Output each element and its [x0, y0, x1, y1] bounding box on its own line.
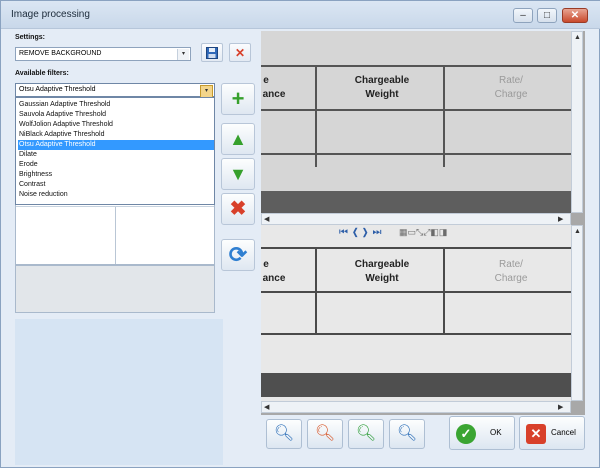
refresh-button[interactable]: ⟳ [221, 239, 255, 271]
title-bar: Image processing – □ ✕ [1, 1, 600, 29]
table-rule [443, 67, 445, 167]
column-heading: Chargeable [354, 75, 410, 86]
dropdown-option[interactable]: Dilate [18, 150, 214, 160]
dropdown-option-selected[interactable]: Otsu Adaptive Threshold [18, 140, 214, 150]
window-title: Image processing [11, 9, 90, 20]
scroll-left-icon[interactable]: ◀ [264, 403, 269, 411]
check-icon: ✓ [456, 424, 476, 444]
dropdown-option[interactable]: Contrast [18, 180, 214, 190]
filters-combo[interactable]: Otsu Adaptive Threshold ▾ [15, 83, 215, 98]
scroll-left-icon[interactable]: ◀ [264, 215, 269, 223]
dropdown-option[interactable]: Sauvola Adaptive Threshold [18, 110, 214, 120]
top-scan-image: e ance Chargeable Weight Rate/ Charge [261, 31, 571, 213]
add-filter-button[interactable]: + [221, 83, 255, 115]
settings-label: Settings: [15, 34, 45, 41]
zoom-in-button[interactable]: 🔍︎ [348, 419, 384, 449]
list-divider [115, 206, 116, 264]
bottom-vertical-scrollbar[interactable]: ▲ [571, 225, 583, 401]
top-vertical-scrollbar[interactable]: ▲ [571, 31, 583, 213]
plus-icon: + [231, 86, 245, 111]
magnifier-fit-icon: 🔍︎ [273, 425, 295, 442]
column-heading: e [263, 259, 269, 270]
filters-selected-value: Otsu Adaptive Threshold [19, 86, 96, 93]
column-heading: e [263, 75, 269, 86]
column-heading: Chargeable [354, 259, 410, 270]
dropdown-option[interactable]: WolfJolion Adaptive Threshold [18, 120, 214, 130]
ok-button[interactable]: ✓ OK [449, 416, 515, 450]
dropdown-option[interactable]: Erode [18, 160, 214, 170]
top-horizontal-scrollbar[interactable]: ◀ ▶ [261, 213, 571, 225]
minimize-button[interactable]: – [513, 8, 533, 23]
column-heading: ance [262, 273, 286, 284]
table-rule [261, 109, 571, 111]
scroll-right-icon[interactable]: ▶ [558, 403, 563, 411]
delete-settings-button[interactable]: ✕ [229, 43, 251, 62]
delete-icon: ✕ [234, 46, 246, 60]
scroll-up-icon[interactable]: ▲ [574, 228, 581, 235]
list-divider [16, 206, 214, 207]
cancel-button[interactable]: ✕ Cancel [519, 416, 585, 450]
filter-parameters-box [15, 265, 215, 313]
save-settings-button[interactable] [201, 43, 223, 62]
chevron-down-icon: ▾ [177, 49, 189, 60]
table-rule [261, 333, 571, 335]
table-rule [261, 65, 571, 67]
arrow-up-icon: ▲ [229, 129, 247, 149]
zoom-fit-button[interactable]: 🔍︎ [266, 419, 302, 449]
table-rule [261, 291, 571, 293]
ok-label: OK [490, 428, 502, 437]
table-rule [315, 67, 317, 167]
floppy-disk-icon [206, 47, 218, 59]
table-rule [261, 153, 571, 155]
dropdown-option[interactable]: Noise reduction [18, 190, 214, 200]
column-heading: Rate/ [499, 75, 523, 86]
magnifier-plus-icon: 🔍︎ [355, 425, 377, 442]
column-heading: Weight [365, 89, 399, 100]
dark-band [261, 191, 571, 213]
image-processing-window: Image processing – □ ✕ Settings: REMOVE … [0, 0, 600, 468]
column-heading: Rate/ [499, 259, 523, 270]
dropdown-option[interactable]: NiBlack Adaptive Threshold [18, 130, 214, 140]
scroll-up-icon[interactable]: ▲ [574, 34, 581, 41]
settings-value: REMOVE BACKGROUND [19, 50, 102, 57]
bottom-preview-tools-icon[interactable]: ▦▭⤡⤢◧◨ [399, 227, 447, 238]
magnifier-minus-icon: 🔍︎ [314, 425, 336, 442]
preview-area: ⏮ ❮ ❯ ⏭ ▦▭⤡⤢◧◨ e ance Chargeable Weight … [261, 31, 585, 415]
dark-band [261, 373, 571, 397]
dropdown-option[interactable]: Brightness [18, 170, 214, 180]
bottom-horizontal-scrollbar[interactable]: ◀ ▶ [261, 401, 571, 413]
magnifier-arrow-icon: 🔍︎ [396, 425, 418, 442]
move-down-button[interactable]: ▼ [221, 158, 255, 190]
column-heading: ance [262, 89, 286, 100]
settings-combo[interactable]: REMOVE BACKGROUND ▾ [15, 47, 191, 61]
remove-filter-button[interactable]: ✖ [221, 193, 255, 225]
maximize-button[interactable]: □ [537, 8, 557, 23]
scroll-right-icon[interactable]: ▶ [558, 215, 563, 223]
properties-panel [15, 319, 223, 465]
move-up-button[interactable]: ▲ [221, 123, 255, 155]
column-heading: Charge [494, 273, 528, 284]
available-filters-label: Available filters: [15, 70, 69, 77]
arrow-down-icon: ▼ [229, 164, 247, 184]
remove-icon: ✖ [229, 198, 247, 220]
column-heading: Charge [494, 89, 528, 100]
bottom-scan-image: e ance Chargeable Weight Rate/ Charge [261, 225, 571, 401]
column-heading: Weight [365, 273, 399, 284]
dropdown-option[interactable]: Gaussian Adaptive Threshold [18, 100, 214, 110]
cancel-x-icon: ✕ [526, 424, 546, 444]
zoom-actual-button[interactable]: 🔍︎ [389, 419, 425, 449]
close-button[interactable]: ✕ [562, 8, 588, 23]
refresh-icon: ⟳ [228, 242, 248, 267]
cancel-label: Cancel [551, 428, 576, 437]
table-rule [261, 247, 571, 249]
filters-dropdown[interactable]: Gaussian Adaptive Threshold Sauvola Adap… [15, 97, 215, 205]
bottom-preview-nav[interactable]: ⏮ ❮ ❯ ⏭ [339, 227, 383, 238]
zoom-out-button[interactable]: 🔍︎ [307, 419, 343, 449]
